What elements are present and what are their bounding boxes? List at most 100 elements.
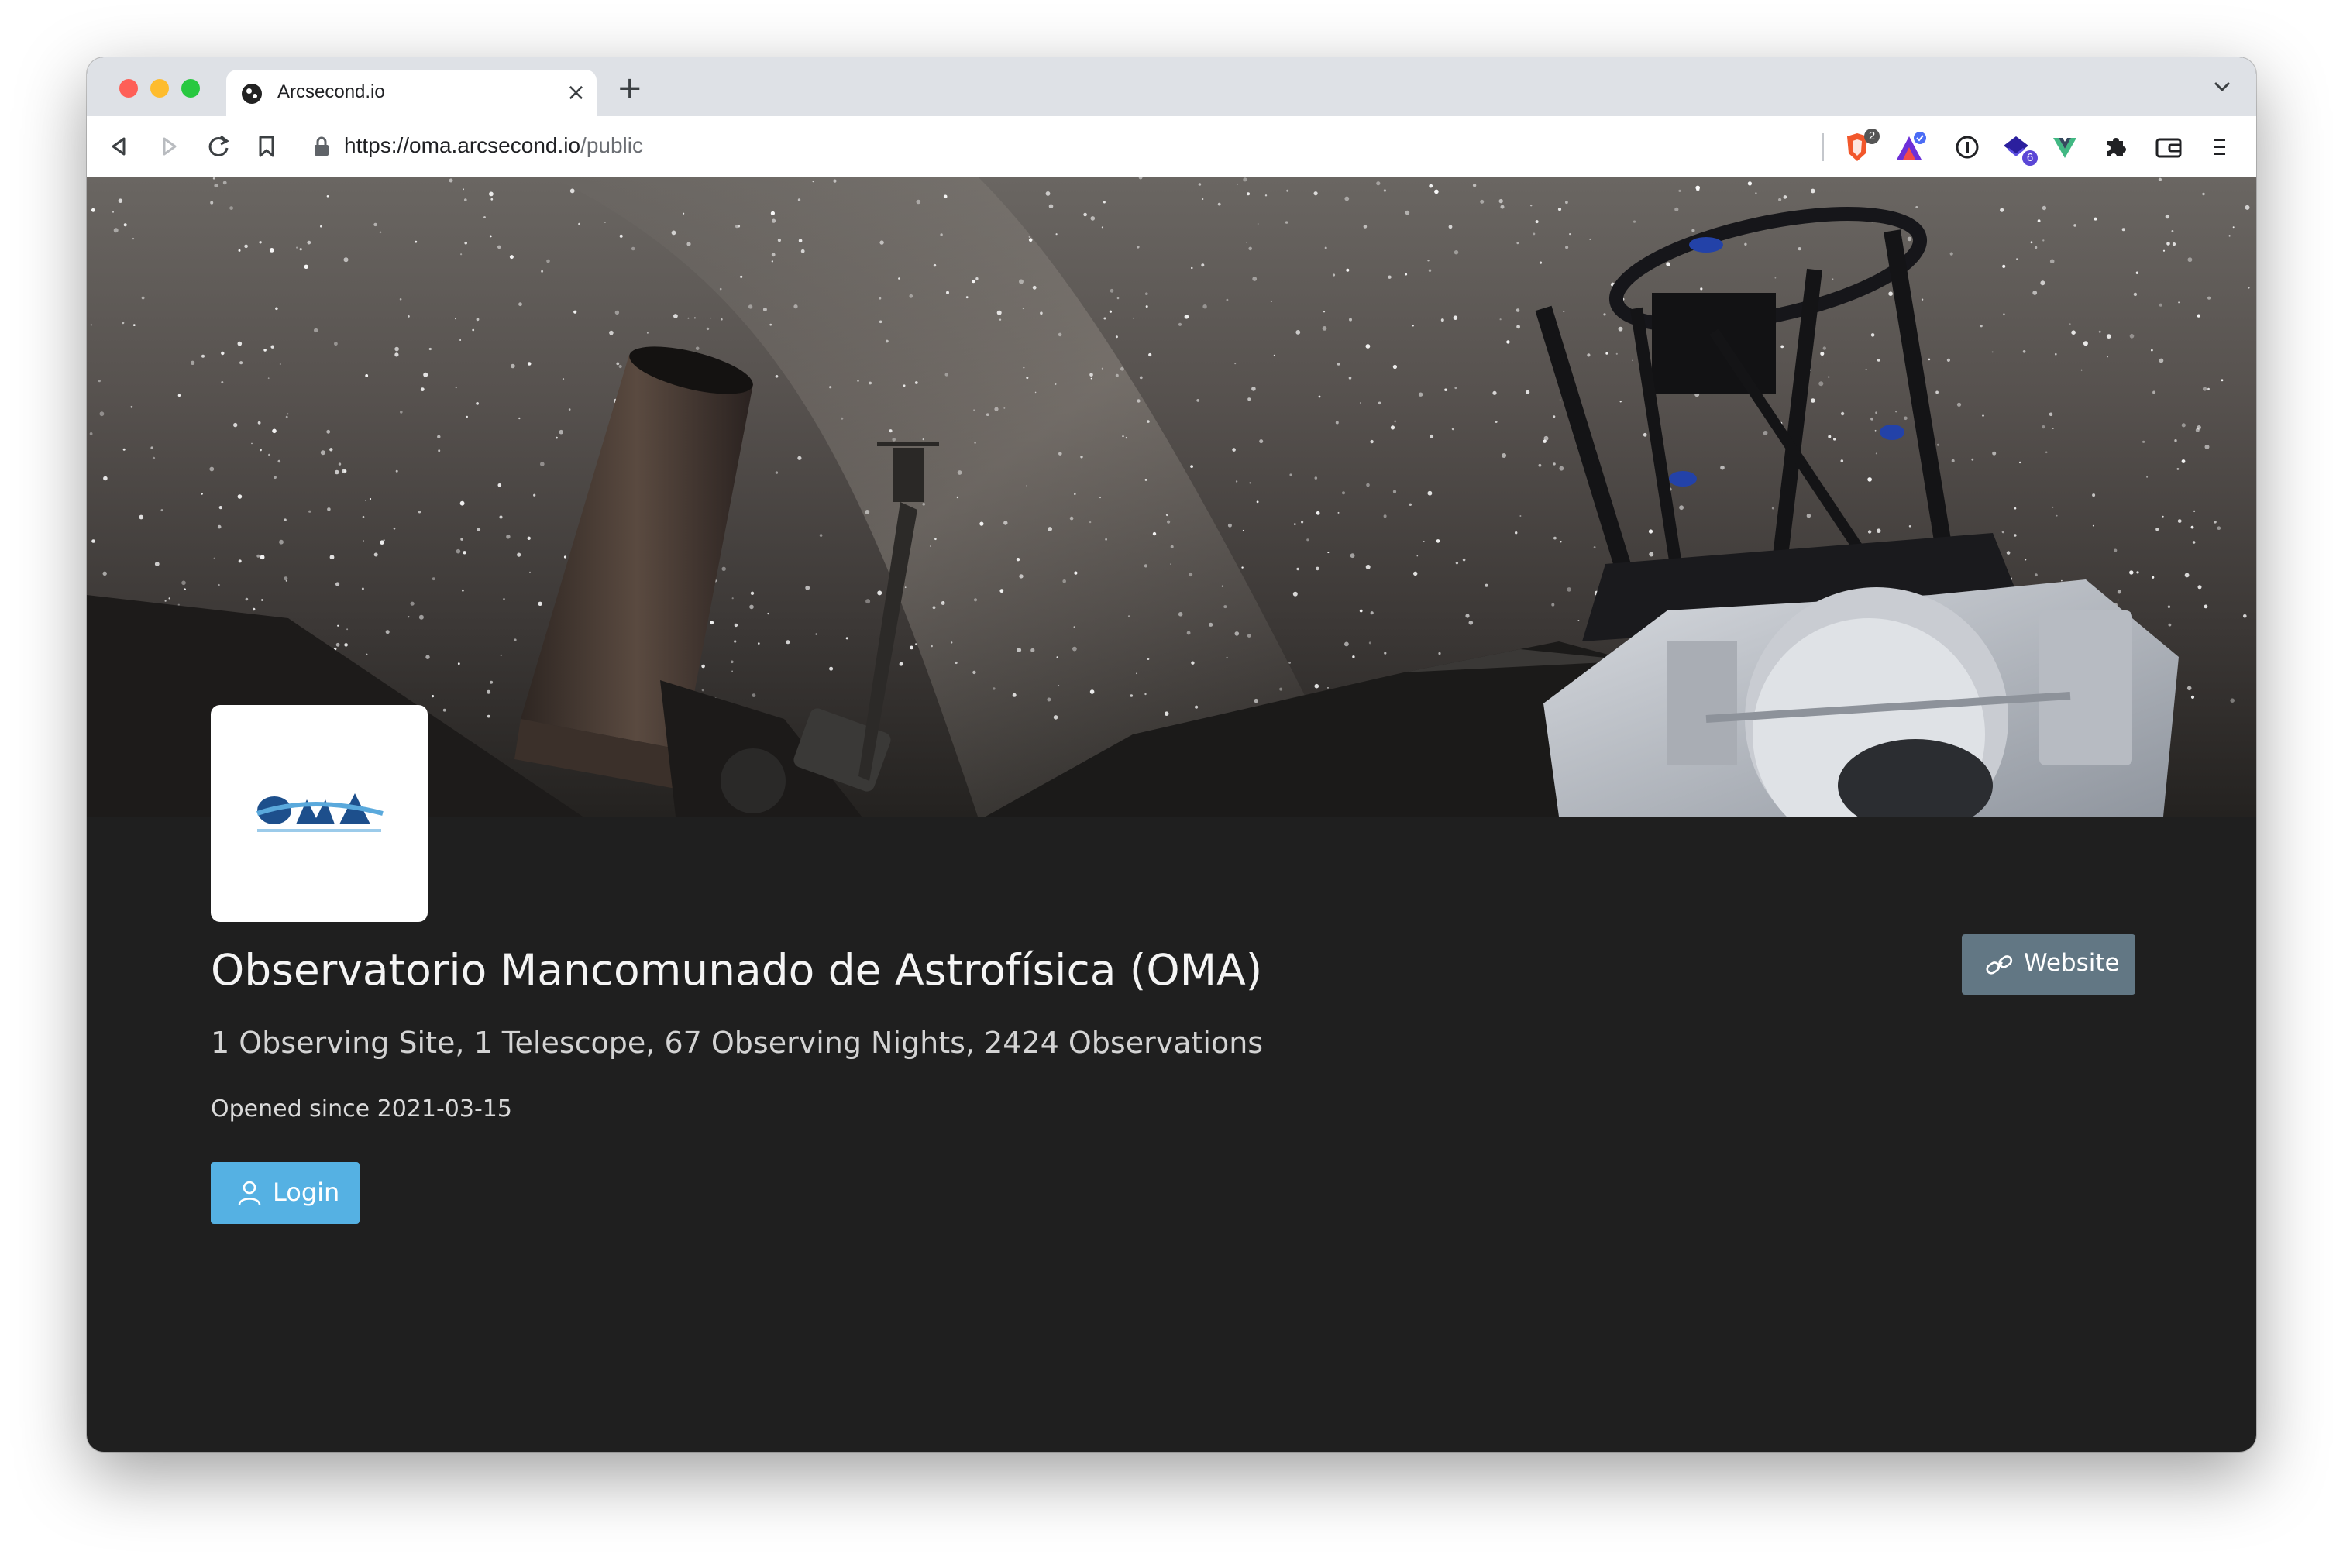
star: [1301, 521, 1304, 524]
star: [244, 244, 248, 249]
star: [1337, 511, 1340, 514]
star: [1026, 485, 1027, 487]
star: [408, 315, 410, 318]
star: [1392, 490, 1397, 493]
close-tab-icon[interactable]: ×: [566, 77, 586, 108]
star: [1378, 401, 1381, 405]
star: [819, 534, 823, 537]
star: [1273, 354, 1275, 356]
star: [829, 666, 834, 671]
star: [1780, 345, 1784, 349]
star: [103, 476, 108, 481]
star: [693, 317, 696, 319]
star: [238, 249, 241, 252]
star: [329, 555, 335, 560]
password-manager-icon[interactable]: [1949, 130, 1985, 164]
star: [102, 571, 107, 576]
star: [1516, 242, 1519, 245]
star: [363, 540, 364, 542]
star: [1444, 388, 1447, 391]
star: [1648, 529, 1653, 534]
star: [1533, 232, 1536, 236]
star: [1164, 711, 1169, 716]
star: [2117, 590, 2121, 594]
star: [2248, 287, 2250, 289]
star: [1605, 352, 1608, 355]
forward-icon[interactable]: [152, 129, 186, 163]
browser-tab[interactable]: Arcsecond.io ×: [226, 70, 597, 116]
star: [346, 628, 349, 631]
website-button[interactable]: Website: [1962, 934, 2135, 995]
star: [1440, 318, 1444, 322]
star: [2006, 551, 2011, 555]
organisation-opened-date: Opened since 2021-03-15: [211, 1095, 512, 1123]
star: [221, 351, 225, 356]
star: [951, 641, 953, 644]
star: [1023, 366, 1025, 369]
star: [1089, 521, 1092, 524]
star: [752, 693, 756, 697]
star: [2129, 570, 2134, 575]
star: [955, 661, 958, 665]
star: [1344, 196, 1350, 201]
tab-search-chevron-icon[interactable]: [2208, 73, 2236, 101]
star: [1946, 358, 1950, 362]
star: [527, 536, 531, 540]
wallet-icon[interactable]: [2151, 130, 2186, 164]
star: [1553, 415, 1556, 418]
star: [1875, 452, 1877, 455]
star: [993, 687, 996, 690]
new-tab-button[interactable]: +: [617, 71, 643, 105]
address-bar[interactable]: https://oma.arcsecond.io/public: [305, 126, 1824, 167]
star: [721, 318, 723, 321]
star: [260, 555, 265, 560]
star: [1209, 622, 1213, 627]
star: [527, 362, 532, 366]
vue-devtools-icon[interactable]: [2047, 130, 2083, 164]
star: [2197, 585, 2202, 590]
star: [2193, 510, 2196, 512]
star: [933, 263, 937, 267]
star: [1908, 525, 1911, 528]
star: [1089, 689, 1095, 694]
star: [2178, 301, 2180, 304]
arcsecond-favicon-icon: [242, 84, 262, 104]
star: [841, 417, 844, 420]
star: [1195, 705, 1199, 709]
star: [1569, 233, 1571, 236]
star: [865, 599, 871, 604]
back-icon[interactable]: [102, 129, 136, 163]
star: [956, 496, 959, 499]
star: [1053, 715, 1058, 720]
extensions-puzzle-icon[interactable]: [2098, 130, 2134, 164]
star: [1519, 515, 1522, 517]
login-button[interactable]: Login: [211, 1162, 360, 1224]
star: [812, 181, 814, 183]
star: [1058, 452, 1062, 456]
minimize-window-button[interactable]: [150, 79, 169, 98]
star: [1949, 252, 1953, 256]
menu-icon[interactable]: [2202, 130, 2238, 164]
star: [490, 198, 494, 201]
star: [218, 583, 220, 586]
reload-icon[interactable]: [201, 129, 236, 163]
star: [1026, 377, 1029, 380]
star: [2171, 230, 2174, 232]
star: [734, 640, 737, 643]
bookmark-icon[interactable]: [249, 129, 284, 163]
star: [268, 453, 270, 456]
close-window-button[interactable]: [119, 79, 138, 98]
star: [132, 324, 136, 326]
star: [1454, 387, 1457, 390]
star: [731, 597, 734, 600]
star: [1137, 399, 1141, 403]
brave-rewards-icon[interactable]: [1892, 130, 1928, 164]
star: [1136, 672, 1137, 675]
maximize-window-button[interactable]: [181, 79, 200, 98]
star: [1451, 428, 1454, 431]
star: [1221, 585, 1223, 587]
star: [218, 506, 222, 510]
star: [1502, 453, 1507, 458]
star: [673, 314, 678, 318]
star: [1565, 246, 1569, 249]
